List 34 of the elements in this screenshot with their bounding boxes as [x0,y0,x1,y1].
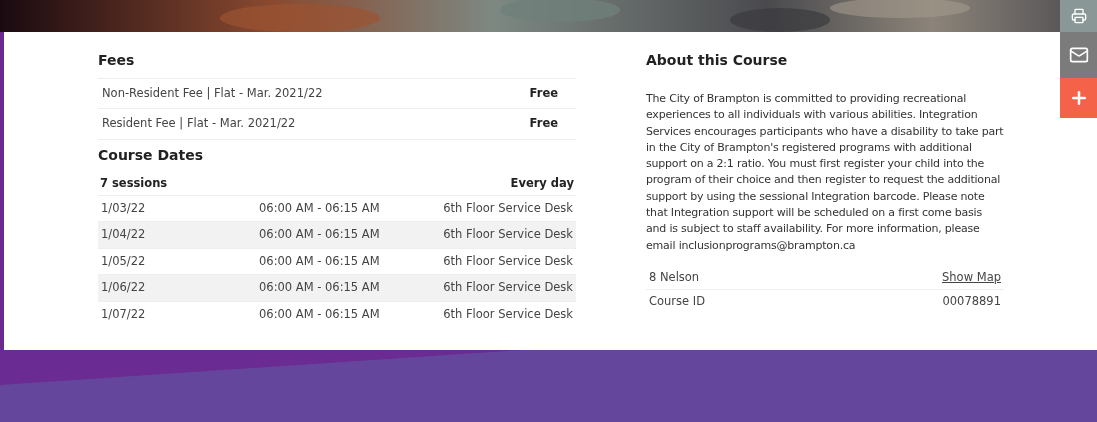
fee-name: Resident Fee | Flat - Mar. 2021/22 [102,115,296,133]
section-heading: Fees [98,51,136,70]
session-count: 7 sessions [100,174,168,192]
session-location: 6th Floor Service Desk [443,199,573,217]
session-time: 06:00 AM - 06:15 AM [259,305,381,323]
session-date: 1/07/22 [101,305,147,323]
session-time: 06:00 AM - 06:15 AM [259,226,381,244]
fee-price: Free [529,85,559,102]
section-heading: About this Course [646,51,789,70]
course-id-label: Course ID [649,293,706,311]
print-button[interactable] [1060,0,1097,32]
course-description: The City of Brampton is committed to providing recreational experiences to all individuals with various abilities. Integration Services encourages participants who have a disability to take part in the City of Brampton's registered programs with additional support on a 2:1 ratio. You must first register your child into the program of their choice and then register to request the additional support by using the sessional Integration barcode. Please note that Integration support will be scheduled on a first come basis and is subject to staff availability. For more information, please email inclusionprograms@brampton.ca [646,91,1004,254]
session-location: 6th Floor Service Desk [443,305,573,323]
printer-icon [1070,8,1087,24]
mail-button[interactable] [1060,32,1097,78]
mail-icon [1068,45,1089,65]
session-date: 1/04/22 [101,226,147,244]
section-heading: Course Dates [98,138,576,166]
session-date: 1/06/22 [101,279,147,297]
session-frequency: Every day [510,174,574,192]
course-id: 00078891 [942,293,1001,311]
session-time: 06:00 AM - 06:15 AM [259,199,381,217]
add-button[interactable] [1060,78,1097,118]
session-location: 6th Floor Service Desk [443,279,573,297]
show-map-link[interactable]: Show Map [942,268,1001,287]
location-name: 8 Nelson [649,268,700,286]
session-date: 1/05/22 [101,252,147,270]
fee-price: Free [529,115,559,133]
session-location: 6th Floor Service Desk [443,252,573,270]
session-date: 1/03/22 [101,199,147,217]
session-location: 6th Floor Service Desk [443,226,573,244]
session-time: 06:00 AM - 06:15 AM [259,252,381,270]
fee-name: Non-Resident Fee | Flat - Mar. 2021/22 [102,85,323,102]
session-time: 06:00 AM - 06:15 AM [259,279,381,297]
